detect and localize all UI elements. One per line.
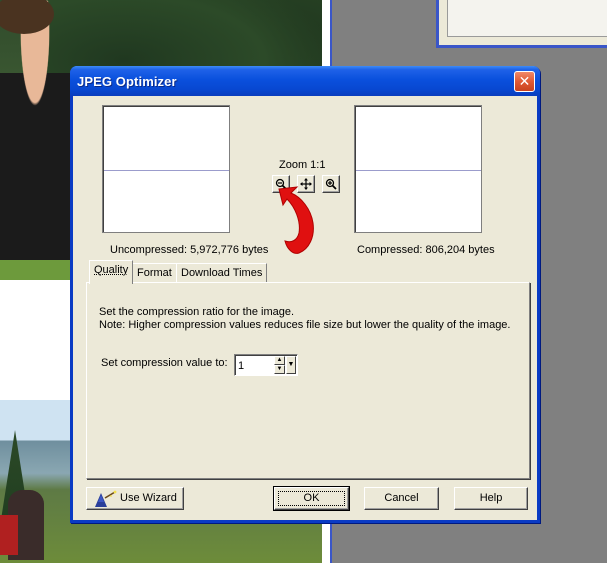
tab-format-label: Format — [137, 267, 172, 279]
uncompressed-preview[interactable] — [102, 105, 230, 233]
use-wizard-button[interactable]: Use Wizard — [86, 487, 184, 510]
compression-note: Note: Higher compression values reduces … — [99, 319, 511, 331]
compression-value-spinner[interactable]: ▲ ▼ ▼ — [234, 354, 298, 376]
tab-quality-label: Quality — [94, 264, 129, 276]
zoom-in-button[interactable] — [322, 175, 340, 193]
tab-download-times[interactable]: Download Times — [176, 263, 268, 283]
preview-divider — [356, 170, 481, 171]
compression-value-label: Set compression value to: — [101, 357, 228, 369]
wizard-icon — [95, 490, 117, 507]
ok-focus-rect — [278, 491, 345, 506]
spin-up-button[interactable]: ▲ — [274, 356, 285, 365]
uncompressed-size-label: Uncompressed: 5,972,776 bytes — [110, 244, 269, 256]
compressed-preview[interactable] — [354, 105, 482, 233]
ok-button[interactable]: OK — [273, 486, 350, 511]
tab-format[interactable]: Format — [132, 263, 177, 283]
compression-dropdown-button[interactable]: ▼ — [286, 356, 296, 374]
cancel-label: Cancel — [384, 492, 419, 504]
help-button[interactable]: Help — [454, 487, 528, 510]
preview-divider — [104, 170, 229, 171]
background-figure-red — [0, 515, 18, 555]
compression-description: Set the compression ratio for the image. — [99, 306, 295, 318]
dialog-title: JPEG Optimizer — [77, 74, 177, 89]
quality-tab-panel: Set the compression ratio for the image.… — [86, 282, 530, 479]
jpeg-optimizer-dialog: JPEG Optimizer ✕ Zoom 1:1 Uncompressed: … — [70, 66, 540, 523]
background-window — [436, 0, 607, 48]
spin-down-button[interactable]: ▼ — [274, 365, 285, 374]
zoom-in-icon — [325, 178, 337, 190]
dialog-titlebar[interactable]: JPEG Optimizer ✕ — [70, 66, 540, 96]
background-person — [0, 0, 80, 260]
close-button[interactable]: ✕ — [514, 71, 535, 92]
compression-value-input[interactable] — [238, 358, 272, 373]
help-label: Help — [479, 492, 503, 504]
tab-download-times-label: Download Times — [181, 267, 263, 279]
use-wizard-label: Use Wizard — [120, 492, 177, 504]
compressed-size-label: Compressed: 806,204 bytes — [357, 244, 495, 256]
zoom-label: Zoom 1:1 — [279, 159, 326, 171]
annotation-arrow-icon — [278, 186, 314, 254]
tab-quality[interactable]: Quality — [89, 260, 134, 284]
close-icon: ✕ — [518, 73, 531, 89]
background-window-content — [447, 0, 607, 37]
cancel-button[interactable]: Cancel — [364, 487, 439, 510]
